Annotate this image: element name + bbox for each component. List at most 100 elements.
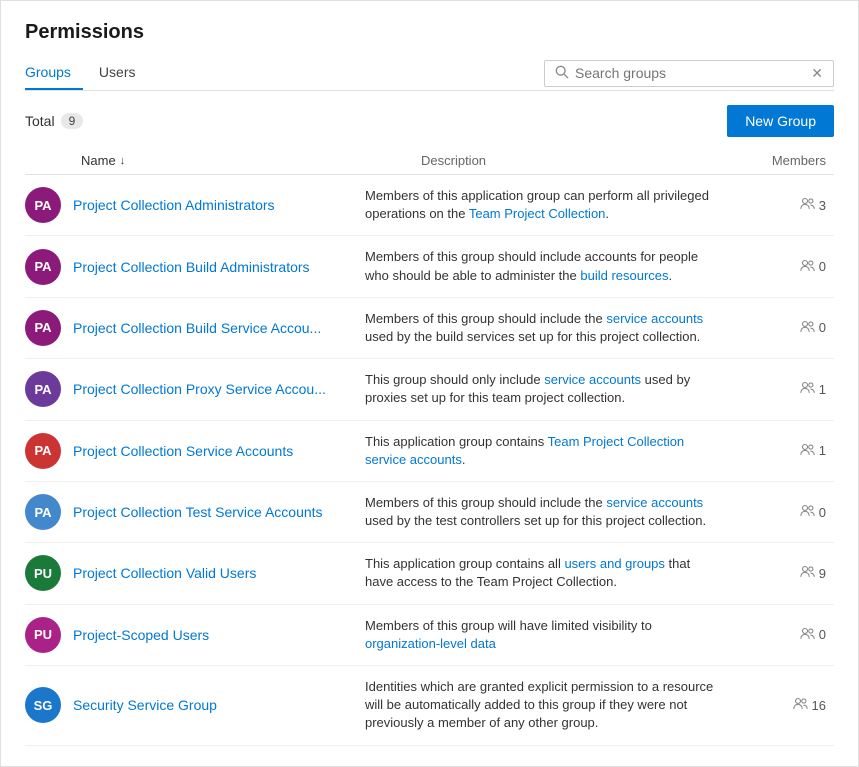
total-label: Total: [25, 113, 55, 129]
total-count-container: Total 9: [25, 113, 83, 129]
group-name[interactable]: Project Collection Proxy Service Accou..…: [73, 381, 326, 397]
col-description-header: Description: [421, 153, 744, 168]
description-cell: Members of this group should include the…: [365, 310, 744, 346]
group-name[interactable]: Project-Scoped Users: [73, 627, 209, 643]
avatar: PA: [25, 187, 61, 223]
description-cell: Members of this application group can pe…: [365, 187, 744, 223]
members-icon: [800, 565, 815, 581]
members-icon: [800, 197, 815, 213]
members-icon: [800, 443, 815, 459]
members-cell: 0: [744, 504, 834, 520]
avatar: PA: [25, 371, 61, 407]
group-name[interactable]: Security Service Group: [73, 697, 217, 713]
table-row: PA Project Collection Build Administrato…: [25, 236, 834, 297]
members-count: 0: [819, 627, 826, 642]
desc-post: .: [605, 206, 609, 221]
members-cell: 9: [744, 565, 834, 581]
desc-link[interactable]: Team Project Collection: [469, 206, 606, 221]
name-cell: PA Project Collection Proxy Service Acco…: [25, 371, 365, 407]
search-bar: ✕: [544, 60, 834, 87]
desc-link[interactable]: service accounts: [544, 372, 641, 387]
members-icon: [800, 381, 815, 397]
desc-post: .: [462, 452, 466, 467]
avatar: PA: [25, 310, 61, 346]
group-name[interactable]: Project Collection Administrators: [73, 197, 275, 213]
toolbar: Total 9 New Group: [25, 91, 834, 147]
avatar: PA: [25, 249, 61, 285]
description-cell: Members of this group should include the…: [365, 494, 744, 530]
tab-users[interactable]: Users: [99, 56, 148, 90]
desc-post: used by the build services set up for th…: [365, 329, 700, 344]
search-icon: [555, 65, 569, 82]
table-row: PU Project Collection Valid Users This a…: [25, 543, 834, 604]
description-cell: Identities which are granted explicit pe…: [365, 678, 744, 733]
total-count-badge: 9: [61, 113, 84, 129]
members-cell: 0: [744, 320, 834, 336]
group-name[interactable]: Project Collection Test Service Accounts: [73, 504, 323, 520]
description-cell: This group should only include service a…: [365, 371, 744, 407]
table-body: PA Project Collection Administrators Mem…: [25, 175, 834, 746]
members-count: 9: [819, 566, 826, 581]
desc-link[interactable]: users and groups: [564, 556, 664, 571]
desc-post: .: [669, 268, 673, 283]
avatar: PA: [25, 433, 61, 469]
description-cell: This application group contains all user…: [365, 555, 744, 591]
tabs-container: Groups Users: [25, 56, 163, 90]
table-row: PA Project Collection Service Accounts T…: [25, 421, 834, 482]
sort-arrow-icon: ↓: [120, 155, 126, 167]
members-icon: [800, 504, 815, 520]
desc-link[interactable]: build resources: [580, 268, 668, 283]
new-group-button[interactable]: New Group: [727, 105, 834, 137]
avatar: PU: [25, 617, 61, 653]
search-input[interactable]: [575, 65, 805, 81]
members-cell: 1: [744, 443, 834, 459]
members-cell: 0: [744, 627, 834, 643]
members-count: 0: [819, 259, 826, 274]
table-row: PA Project Collection Administrators Mem…: [25, 175, 834, 236]
desc-pre: This group should only include: [365, 372, 544, 387]
table-row: PA Project Collection Test Service Accou…: [25, 482, 834, 543]
group-name[interactable]: Project Collection Build Service Accou..…: [73, 320, 321, 336]
members-icon: [800, 627, 815, 643]
members-icon: [793, 697, 808, 713]
members-icon: [800, 320, 815, 336]
desc-post: used by the test controllers set up for …: [365, 513, 706, 528]
name-cell: PU Project-Scoped Users: [25, 617, 365, 653]
members-icon: [800, 259, 815, 275]
desc-pre: This application group contains all: [365, 556, 564, 571]
description-cell: Members of this group should include acc…: [365, 248, 744, 284]
members-count: 1: [819, 443, 826, 458]
name-cell: PU Project Collection Valid Users: [25, 555, 365, 591]
desc-pre: Members of this group will have limited …: [365, 618, 652, 633]
permissions-page: Permissions Groups Users ✕ Total 9 New G…: [0, 0, 859, 767]
group-name[interactable]: Project Collection Build Administrators: [73, 259, 310, 275]
members-count: 3: [819, 198, 826, 213]
tab-groups[interactable]: Groups: [25, 56, 83, 90]
clear-search-icon[interactable]: ✕: [811, 65, 823, 82]
members-count: 1: [819, 382, 826, 397]
desc-link[interactable]: organization-level data: [365, 636, 496, 651]
group-name[interactable]: Project Collection Valid Users: [73, 565, 256, 581]
name-cell: PA Project Collection Test Service Accou…: [25, 494, 365, 530]
avatar: PA: [25, 494, 61, 530]
description-cell: Members of this group will have limited …: [365, 617, 744, 653]
desc-link[interactable]: service accounts: [606, 495, 703, 510]
members-cell: 0: [744, 259, 834, 275]
name-cell: PA Project Collection Service Accounts: [25, 433, 365, 469]
members-cell: 16: [744, 697, 834, 713]
table-row: SG Security Service Group Identities whi…: [25, 666, 834, 746]
desc-text: Identities which are granted explicit pe…: [365, 679, 713, 730]
members-count: 0: [819, 505, 826, 520]
members-cell: 1: [744, 381, 834, 397]
members-cell: 3: [744, 197, 834, 213]
table-row: PU Project-Scoped Users Members of this …: [25, 605, 834, 666]
desc-link[interactable]: service accounts: [606, 311, 703, 326]
table-header: Name ↓ Description Members: [25, 147, 834, 175]
group-name[interactable]: Project Collection Service Accounts: [73, 443, 293, 459]
table-row: PA Project Collection Proxy Service Acco…: [25, 359, 834, 420]
avatar: PU: [25, 555, 61, 591]
page-title: Permissions: [25, 21, 834, 44]
col-name-header: Name ↓: [81, 153, 421, 168]
name-cell: PA Project Collection Build Service Acco…: [25, 310, 365, 346]
desc-pre: Members of this group should include the: [365, 311, 606, 326]
